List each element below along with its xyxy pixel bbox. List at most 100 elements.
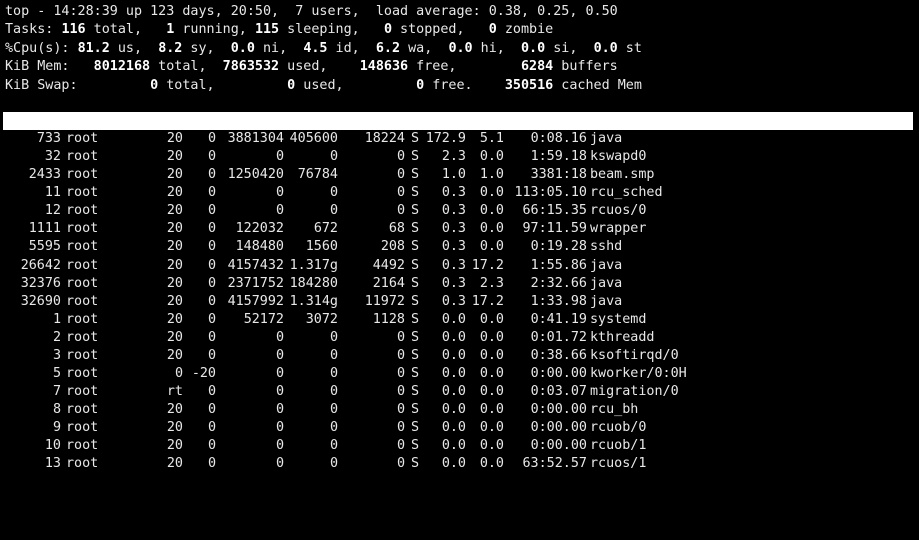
process-mem: 0.0 [479,329,504,345]
mem-total: 8012168 [85,59,151,75]
process-pr: rt [166,383,183,399]
process-pid: 10 [44,437,61,453]
process-ni: 0 [207,221,216,237]
process-table-body: 733 root 20 0 3881304 405600 18224 S 172.9 5.1 0:0… [5,130,919,473]
process-user: root [66,383,99,399]
process-row[interactable]: 2 root 20 0 0 0 0 S 0.0 0.0 0:01.72 kthreadd [5,329,919,347]
process-mem: 0.0 [479,149,504,165]
process-command: migration/0 [590,383,679,399]
process-shr: 68 [388,221,405,237]
process-res: 0 [329,203,338,219]
process-state: S [410,293,419,309]
process-command: rcuob/1 [590,437,647,453]
process-virt: 3881304 [227,131,284,147]
process-ni: 0 [207,293,216,309]
process-user: root [66,401,99,417]
process-virt: 0 [275,149,284,165]
process-row[interactable]: 1 root 20 0 52172 3072 1128 S 0.0 0.0 0:41.19 syste… [5,311,919,329]
process-virt: 0 [275,203,284,219]
process-row[interactable]: 12 root 20 0 0 0 0 S 0.3 0.0 66:15.35 rcuos/0 [5,202,919,220]
process-state: S [410,347,419,363]
process-command: kthreadd [590,329,655,345]
process-command: rcu_bh [590,401,639,417]
process-row[interactable]: 32376 root 20 0 2371752 184280 2164 S 0.3 2.3 2:32… [5,275,919,293]
process-row[interactable]: 32 root 20 0 0 0 0 S 2.3 0.0 1:59.18 kswapd0 [5,148,919,166]
process-mem: 0.0 [479,365,504,381]
process-cpu: 0.3 [441,293,466,309]
process-ni: 0 [207,311,216,327]
mem-free: 148636 [343,59,409,75]
process-state: S [410,275,419,291]
process-user: root [66,456,99,472]
process-pid: 7 [52,383,61,399]
process-row[interactable]: 26642 root 20 0 4157432 1.317g 4492 S 0.3 17.2 1:5… [5,257,919,275]
process-state: S [410,329,419,345]
process-time: 0:38.66 [530,347,587,363]
process-mem: 0.0 [479,185,504,201]
process-row[interactable]: 8 root 20 0 0 0 0 S 0.0 0.0 0:00.00 rcu_bh [5,401,919,419]
process-shr: 0 [396,347,405,363]
process-state: S [410,221,419,237]
process-row[interactable]: 3 root 20 0 0 0 0 S 0.0 0.0 0:38.66 ksoftirqd/0 [5,347,919,365]
process-res: 0 [329,419,338,435]
process-state: S [410,401,419,417]
tasks-line: Tasks: 116 total, 1 running, 115 sleepin… [5,22,554,38]
process-res: 184280 [289,275,338,291]
process-row[interactable]: 2433 root 20 0 1250420 76784 0 S 1.0 1.0 3381:18 be… [5,166,919,184]
process-command: sshd [590,239,623,255]
process-time: 0:01.72 [530,329,587,345]
process-user: root [66,365,99,381]
process-pid: 26642 [20,257,61,273]
process-row[interactable]: 5 root 0 -20 0 0 0 S 0.0 0.0 0:00.00 kworker/0:0H [5,365,919,383]
process-mem: 0.0 [479,383,504,399]
process-shr: 0 [396,437,405,453]
process-row[interactable]: 11 root 20 0 0 0 0 S 0.3 0.0 113:05.10 rcu_sched [5,184,919,202]
process-ni: 0 [207,167,216,183]
process-pid: 3 [52,347,61,363]
process-command: kswapd0 [590,149,647,165]
process-row[interactable]: 9 root 20 0 0 0 0 S 0.0 0.0 0:00.00 rcuob/0 [5,419,919,437]
process-cpu: 1.0 [441,167,466,183]
process-row[interactable]: 13 root 20 0 0 0 0 S 0.0 0.0 63:52.57 rcuos/1 [5,455,919,473]
process-row[interactable]: 7 root rt 0 0 0 0 S 0.0 0.0 0:03.07 migration/0 [5,383,919,401]
process-shr: 0 [396,329,405,345]
process-state: S [410,167,419,183]
tasks-sleeping: 115 [254,22,280,38]
process-row[interactable]: 1111 root 20 0 122032 672 68 S 0.3 0.0 97:11.59 wra… [5,220,919,238]
process-time: 0:41.19 [530,311,587,327]
process-pid: 5 [52,365,61,381]
process-ni: 0 [207,437,216,453]
process-res: 0 [329,185,338,201]
process-ni: 0 [207,149,216,165]
process-state: S [410,383,419,399]
process-shr: 1128 [372,311,405,327]
process-cpu: 0.0 [441,383,466,399]
process-row[interactable]: 32690 root 20 0 4157992 1.314g 11972 S 0.3 17.2 1:… [5,293,919,311]
process-res: 0 [329,383,338,399]
process-user: root [66,239,99,255]
process-virt: 0 [275,419,284,435]
process-pr: 20 [166,167,183,183]
process-state: S [410,203,419,219]
process-user: root [66,131,99,147]
process-virt: 0 [275,401,284,417]
process-pr: 20 [166,131,183,147]
process-pr: 20 [166,257,183,273]
process-shr: 2164 [372,275,405,291]
process-user: root [66,347,99,363]
process-shr: 0 [396,167,405,183]
process-cpu: 0.3 [441,239,466,255]
process-shr: 208 [380,239,405,255]
process-res: 0 [329,365,338,381]
process-row[interactable]: 10 root 20 0 0 0 0 S 0.0 0.0 0:00.00 rcuob/1 [5,437,919,455]
process-res: 0 [329,437,338,453]
process-ni: 0 [207,257,216,273]
process-pid: 1111 [28,221,61,237]
process-mem: 5.1 [479,131,504,147]
process-row[interactable]: 733 root 20 0 3881304 405600 18224 S 172.9 5.1 0:0… [5,130,919,148]
process-row[interactable]: 5595 root 20 0 148480 1560 208 S 0.3 0.0 0:19.28 ss… [5,238,919,256]
process-pid: 2 [52,329,61,345]
cpu-si: 0.0 [521,40,546,56]
terminal-window[interactable]: top - 14:28:39 up 123 days, 20:50, 7 use… [0,0,919,540]
process-time: 97:11.59 [522,221,588,237]
